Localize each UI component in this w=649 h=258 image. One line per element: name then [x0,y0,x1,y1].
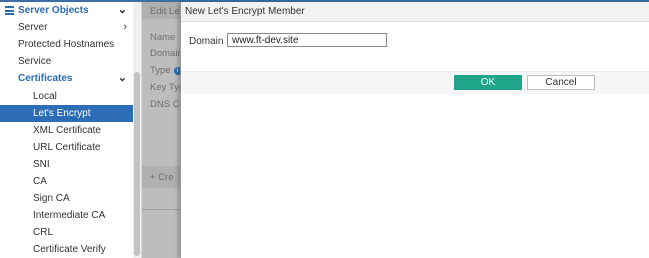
background-create-button: + Cre [150,172,174,183]
chevron-right-icon[interactable]: › [123,19,127,36]
sidebar-scrollbar-thumb[interactable] [134,72,140,256]
sidebar-item-label: Intermediate CA [33,210,106,221]
sidebar-item-sign-ca[interactable]: Sign CA [0,190,133,207]
dialog-title: New Let's Encrypt Member [185,6,305,17]
background-edit-panel: Edit Let Name Domain Typei Key Typ DNS C… [142,2,180,258]
sidebar-item-label: SNI [33,159,50,170]
sidebar-item-label: Let's Encrypt [33,108,91,119]
sidebar: Server Objects ⌄ Server › Protected Host… [0,2,142,258]
sidebar-item-server[interactable]: Server › [0,19,133,36]
sidebar-item-certificates[interactable]: Certificates ⌄ [0,70,133,87]
new-lets-encrypt-member-dialog: New Let's Encrypt Member Domain OK Cance… [180,2,649,258]
dialog-header: New Let's Encrypt Member [181,2,649,22]
sidebar-item-label: URL Certificate [33,142,101,153]
server-objects-icon [5,6,14,15]
background-panel-title: Edit Let [150,6,180,17]
chevron-down-icon[interactable]: ⌄ [118,2,127,19]
domain-input[interactable] [227,33,387,47]
background-field-type: Type i [150,65,180,76]
sidebar-item-label: Certificates [18,73,73,84]
sidebar-item-xml-certificate[interactable]: XML Certificate [0,122,133,139]
cancel-button[interactable]: Cancel [527,75,595,90]
sidebar-item-label: CA [33,176,47,187]
sidebar-item-label: Sign CA [33,193,70,204]
background-field-type-label: Type [150,65,171,76]
sidebar-item-label: Server [18,22,48,33]
sidebar-group-server-objects[interactable]: Server Objects ⌄ [0,2,133,19]
background-field-dns: DNS Co [150,99,180,110]
sidebar-item-sni[interactable]: SNI [0,156,133,173]
background-field-name: Name [150,32,176,43]
sidebar-group-label: Server Objects [18,5,89,16]
sidebar-item-protected-hostnames[interactable]: Protected Hostnames [0,36,133,53]
background-field-domain: Domain [150,48,180,59]
sidebar-item-label: Protected Hostnames [18,39,115,50]
sidebar-item-crl[interactable]: CRL [0,224,133,241]
ok-button[interactable]: OK [454,75,522,90]
sidebar-item-label: Certificate Verify [33,244,106,255]
dialog-button-bar: OK Cancel [181,71,649,94]
sidebar-item-url-certificate[interactable]: URL Certificate [0,139,133,156]
sidebar-item-intermediate-ca[interactable]: Intermediate CA [0,207,133,224]
sidebar-item-label: CRL [33,227,54,238]
sidebar-item-label: Service [18,56,52,67]
sidebar-item-ca[interactable]: CA [0,173,133,190]
sidebar-item-local[interactable]: Local [0,88,133,105]
sidebar-scrollbar[interactable] [133,2,141,258]
sidebar-item-label: XML Certificate [33,125,101,136]
chevron-down-icon[interactable]: ⌄ [118,70,127,87]
sidebar-item-lets-encrypt[interactable]: Let's Encrypt [0,105,133,122]
sidebar-item-certificate-verify[interactable]: Certificate Verify [0,241,133,258]
background-field-key-type: Key Typ [150,82,180,93]
sidebar-item-label: Local [33,91,57,102]
domain-label: Domain [189,36,224,47]
sidebar-item-service[interactable]: Service [0,53,133,70]
background-divider [142,209,180,210]
